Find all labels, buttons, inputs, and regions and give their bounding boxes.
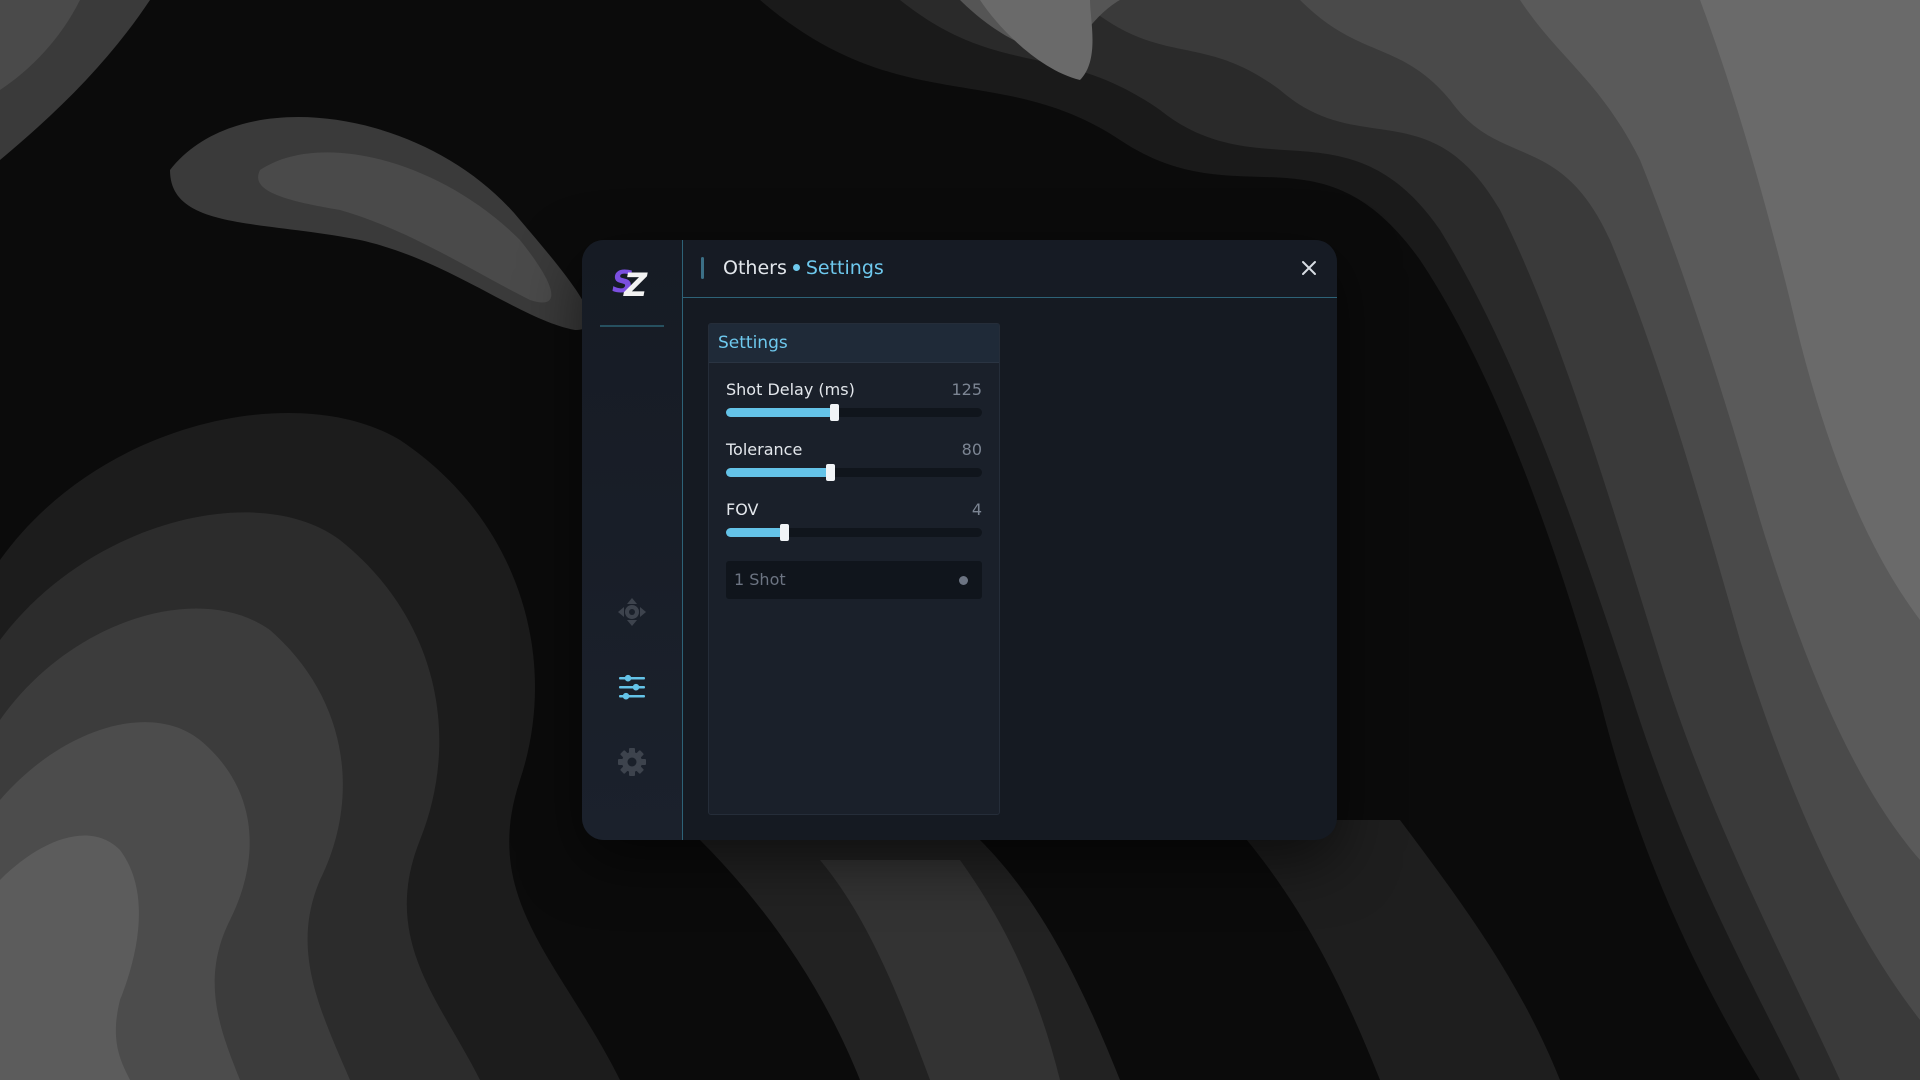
slider-track[interactable] xyxy=(726,464,982,481)
slider-label: Tolerance xyxy=(726,440,803,459)
slider-track[interactable] xyxy=(726,404,982,421)
shot-mode-select[interactable]: 1 Shot xyxy=(726,561,982,599)
slider-shot-delay: Shot Delay (ms) 125 xyxy=(726,380,982,428)
sidebar: S Z xyxy=(582,240,683,840)
panel-title: Settings xyxy=(718,333,788,353)
slider-handle[interactable] xyxy=(779,524,789,541)
slider-label: FOV xyxy=(726,500,759,519)
sidebar-item-settings[interactable] xyxy=(612,742,652,782)
crosshair-icon xyxy=(618,598,646,626)
select-value: 1 Shot xyxy=(734,570,786,589)
slider-label: Shot Delay (ms) xyxy=(726,380,855,399)
breadcrumb-parent[interactable]: Others xyxy=(723,257,787,279)
gear-icon xyxy=(618,748,646,776)
sz-logo-icon: S Z xyxy=(610,258,656,304)
slider-value: 4 xyxy=(971,500,982,519)
close-icon xyxy=(1302,261,1316,275)
slider-fill xyxy=(726,408,834,417)
slider-fill xyxy=(726,528,784,537)
slider-value: 125 xyxy=(951,380,982,399)
window-header: Others Settings xyxy=(683,240,1337,298)
slider-handle[interactable] xyxy=(825,464,835,481)
panel-header: Settings xyxy=(709,324,999,363)
breadcrumb-separator xyxy=(792,263,800,271)
close-button[interactable] xyxy=(1295,254,1323,282)
slider-tolerance: Tolerance 80 xyxy=(726,440,982,488)
slider-value: 80 xyxy=(961,440,982,459)
breadcrumb-current: Settings xyxy=(805,257,884,279)
settings-panel: Settings Shot Delay (ms) 125 Tolerance 8… xyxy=(708,323,1000,815)
slider-track[interactable] xyxy=(726,524,982,541)
sidebar-item-others[interactable] xyxy=(612,667,652,707)
header-accent-bar xyxy=(701,257,704,279)
svg-text:Z: Z xyxy=(623,266,648,304)
sidebar-divider xyxy=(600,325,664,327)
select-indicator-icon xyxy=(959,576,968,585)
slider-handle[interactable] xyxy=(829,404,839,421)
slider-fov: FOV 4 xyxy=(726,500,982,548)
slider-fill xyxy=(726,468,830,477)
breadcrumb: Others Settings xyxy=(723,256,884,280)
app-window: S Z Others Settings Settings Shot Delay … xyxy=(582,240,1337,840)
sliders-icon xyxy=(619,674,645,700)
sidebar-item-aim[interactable] xyxy=(612,592,652,632)
